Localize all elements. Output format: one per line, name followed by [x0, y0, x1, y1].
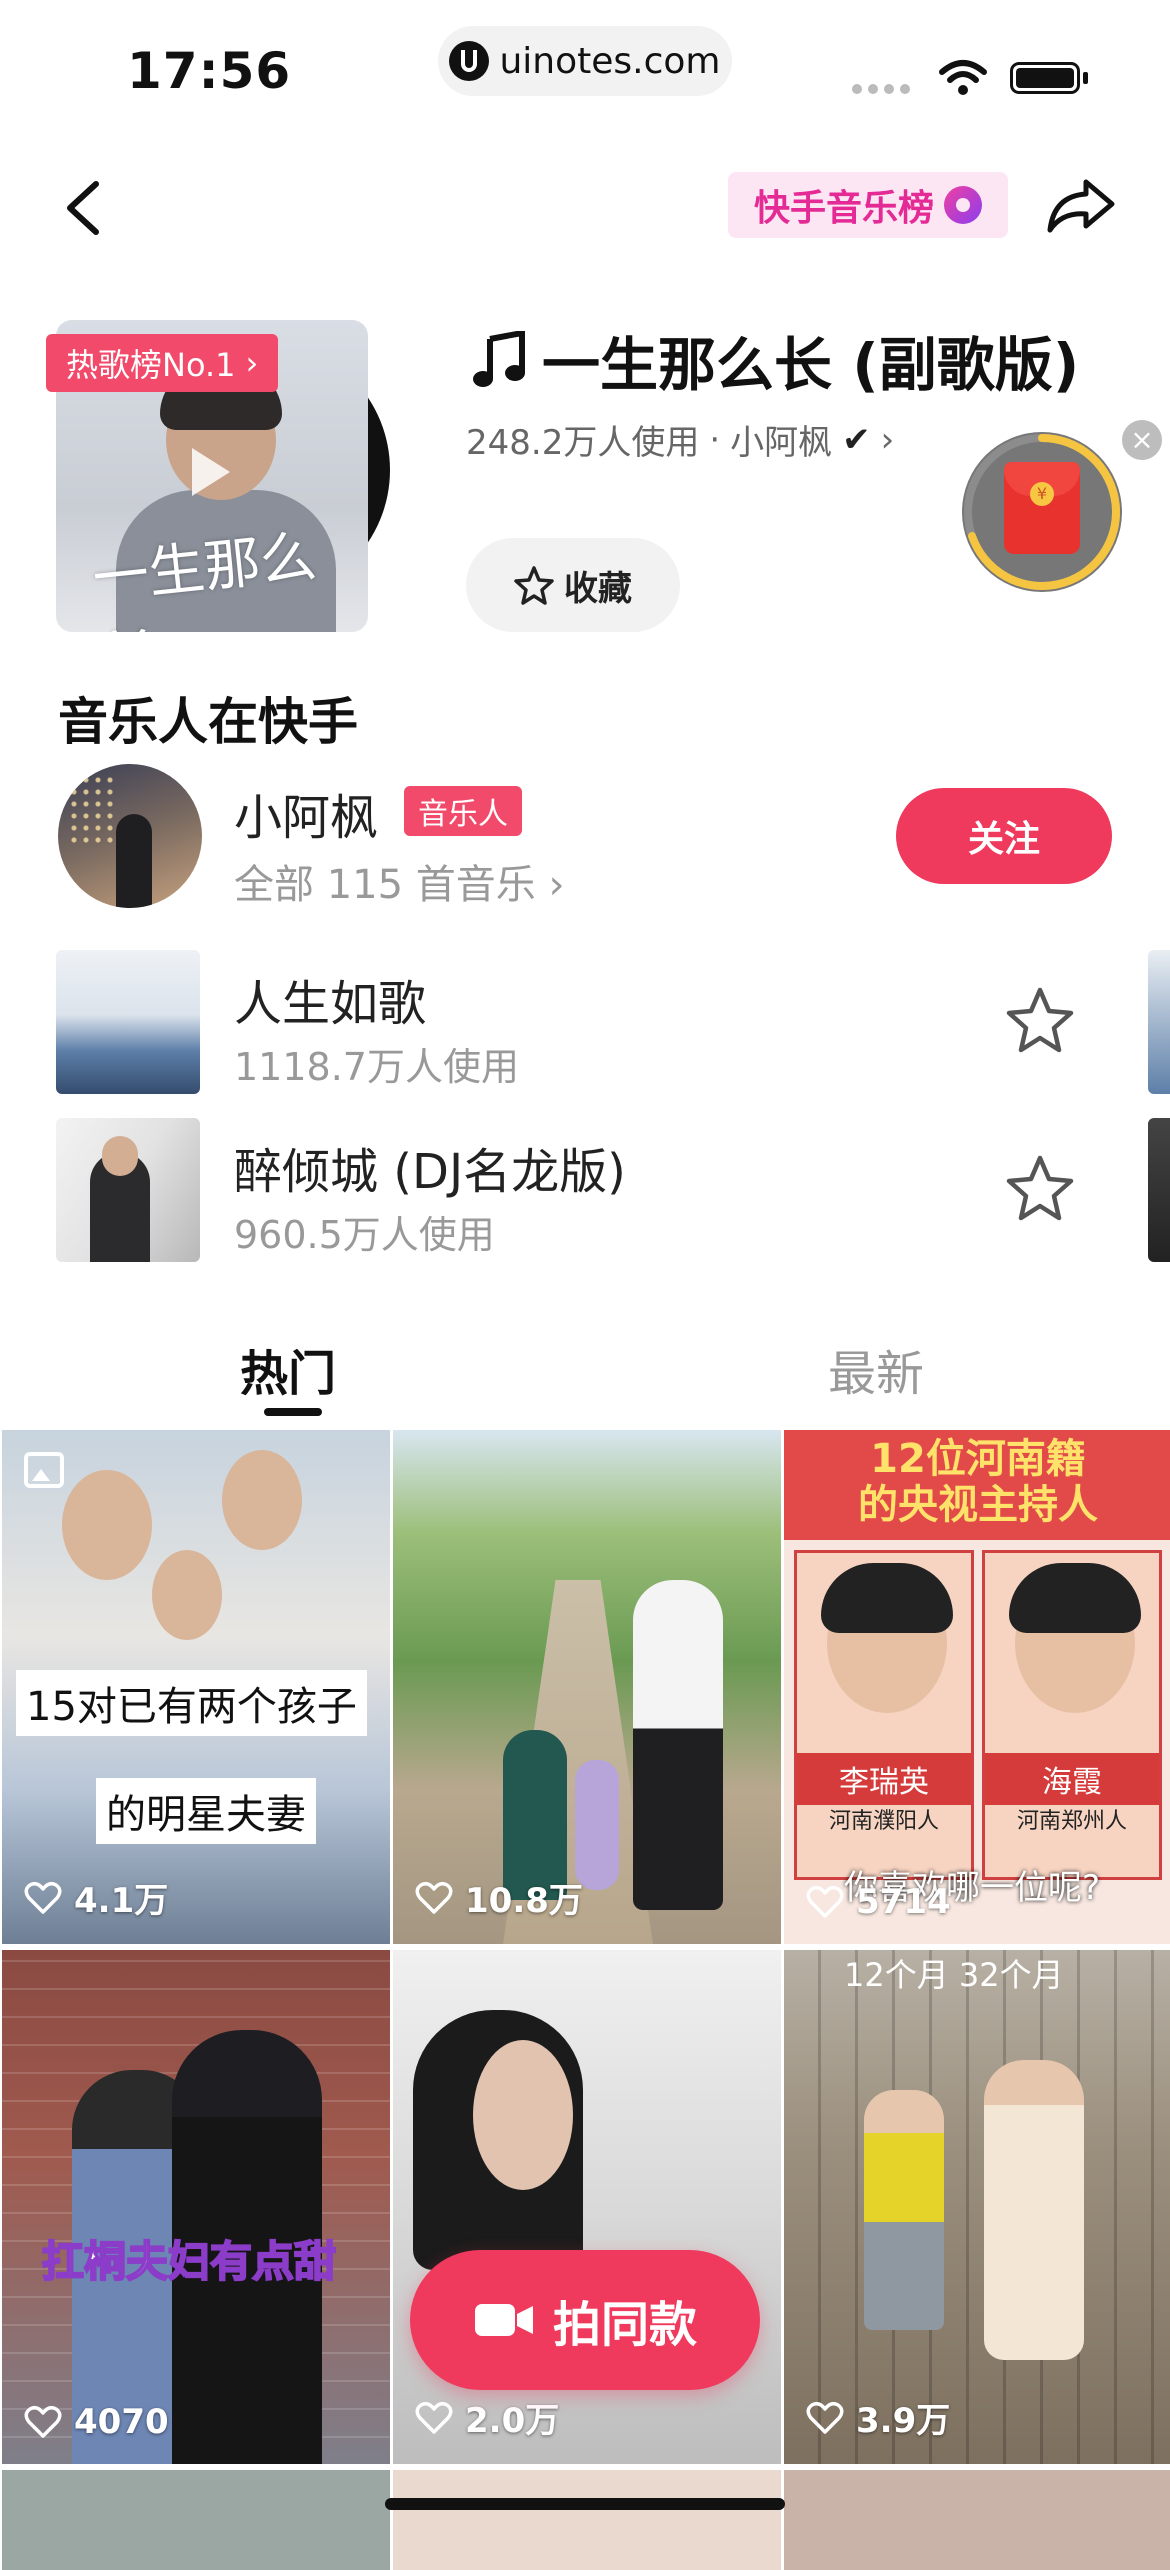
- album-icon: [24, 1452, 64, 1488]
- like-count: 5714: [806, 1882, 951, 1922]
- camera-icon: [474, 2304, 533, 2336]
- battery-icon: [1010, 62, 1080, 94]
- song-artist: 小阿枫: [730, 423, 833, 463]
- tab-indicator: [264, 1408, 322, 1416]
- video-tile[interactable]: 12位河南籍 的央视主持人 李瑞英 河南濮阳人 海霞 河南郑州人 你喜欢哪一位呢…: [784, 1430, 1170, 1944]
- list-item[interactable]: 醉倾城 (DJ名龙版) 960.5万人使用: [0, 1118, 1170, 1268]
- video-caption: 的明星夫妻: [96, 1778, 316, 1844]
- like-count-value: 4070: [74, 2402, 169, 2442]
- song-uses: 248.2万人使用: [466, 423, 700, 463]
- play-icon[interactable]: [192, 448, 230, 496]
- hot-chart-label: 热歌榜No.1: [66, 346, 236, 384]
- like-count-value: 2.0万: [465, 2401, 560, 2441]
- separator-dot: ·: [709, 419, 721, 460]
- music-chart-badge[interactable]: 快手音乐榜: [728, 172, 1008, 238]
- video-header-line: 的央视主持人: [858, 1482, 1098, 1528]
- like-count: 2.0万: [415, 2393, 559, 2442]
- heart-icon: [806, 1885, 844, 1918]
- avatar[interactable]: [58, 764, 202, 908]
- heart-icon: [415, 2401, 453, 2434]
- video-tile[interactable]: 扛桐夫妇有点甜 4070: [2, 1950, 390, 2464]
- heart-icon: [24, 1881, 62, 1914]
- favorite-label: 收藏: [564, 568, 632, 609]
- song-name: 醉倾城 (DJ名龙版): [234, 1144, 626, 1200]
- star-icon[interactable]: [1004, 984, 1076, 1056]
- video-tile[interactable]: 12个月 32个月 3.9万: [784, 1950, 1170, 2464]
- favorite-button[interactable]: 收藏: [466, 538, 680, 632]
- song-title: 一生那么长 (副歌版): [470, 318, 1079, 402]
- music-chart-logo-icon: [944, 186, 982, 224]
- heart-icon: [415, 1881, 453, 1914]
- status-time: 17:56: [127, 42, 292, 100]
- host-name: 海霞: [985, 1753, 1159, 1805]
- heart-icon: [806, 2401, 844, 2434]
- song-thumbnail[interactable]: [56, 950, 200, 1094]
- video-header-line: 12位河南籍: [870, 1436, 1086, 1482]
- like-count: 3.9万: [806, 2393, 950, 2442]
- song-thumbnail[interactable]: [56, 1118, 200, 1262]
- shoot-same-label: 拍同款: [552, 2297, 697, 2353]
- wifi-icon: [939, 60, 987, 95]
- host-card: 李瑞英 河南濮阳人: [794, 1550, 974, 1880]
- all-songs-link[interactable]: 全部 115 首音乐 ›: [234, 852, 565, 910]
- music-chart-label: 快手音乐榜: [753, 188, 934, 229]
- video-tile-peek[interactable]: [393, 2470, 781, 2570]
- host-name: 李瑞英: [797, 1753, 971, 1805]
- list-item[interactable]: 人生如歌 1118.7万人使用: [0, 950, 1170, 1100]
- video-tile[interactable]: 15对已有两个孩子 的明星夫妻 4.1万: [2, 1430, 390, 1944]
- song-title-text: 一生那么长 (副歌版): [542, 331, 1080, 399]
- host-city: 河南濮阳人: [828, 1809, 939, 1834]
- tab-hot[interactable]: 热门: [240, 1334, 336, 1404]
- song-uses: 960.5万人使用: [234, 1213, 495, 1257]
- video-tile-peek[interactable]: [784, 2470, 1170, 2570]
- song-meta[interactable]: 248.2万人使用 · 小阿枫 ✔ ›: [466, 415, 894, 464]
- like-count: 4.1万: [24, 1873, 168, 1922]
- shoot-same-button[interactable]: 拍同款: [410, 2250, 760, 2390]
- tab-latest[interactable]: 最新: [828, 1334, 924, 1404]
- song-name: 人生如歌: [234, 976, 427, 1032]
- carousel-peek: [1148, 1118, 1170, 1262]
- follow-button[interactable]: 关注: [896, 788, 1112, 884]
- hot-chart-tag[interactable]: 热歌榜No.1 ›: [46, 334, 279, 392]
- like-count: 4070: [24, 2402, 169, 2442]
- star-icon[interactable]: [1004, 1152, 1076, 1224]
- chevron-right-icon: ›: [245, 344, 259, 382]
- battery-tip: [1083, 72, 1088, 84]
- host-city: 河南郑州人: [1016, 1809, 1127, 1834]
- heart-icon: [24, 2405, 62, 2438]
- site-icon: [449, 41, 490, 81]
- like-count-value: 5714: [856, 1882, 951, 1922]
- video-label: 12个月 32个月: [844, 1956, 1064, 1994]
- home-indicator: [385, 2498, 785, 2510]
- share-icon[interactable]: [1046, 176, 1116, 236]
- red-packet-icon[interactable]: ¥: [1004, 462, 1080, 554]
- back-icon[interactable]: [60, 180, 106, 236]
- cellular-signal-icon: [852, 84, 910, 94]
- carousel-peek: [1148, 950, 1170, 1094]
- url-bar[interactable]: uinotes.com: [438, 26, 732, 96]
- close-icon[interactable]: ×: [1122, 420, 1162, 460]
- chevron-right-icon: ›: [548, 862, 565, 908]
- chevron-right-icon: ›: [880, 419, 895, 460]
- verified-icon: ✔: [842, 419, 871, 460]
- like-count-value: 10.8万: [465, 1881, 583, 1921]
- like-count-value: 3.9万: [856, 2401, 951, 2441]
- music-note-icon: [473, 331, 525, 387]
- artist-name[interactable]: 小阿枫: [234, 778, 378, 848]
- section-title: 音乐人在快手: [58, 693, 358, 751]
- like-count: 10.8万: [415, 1873, 583, 1922]
- video-tile-peek[interactable]: [2, 2470, 390, 2570]
- all-songs-label: 全部 115 首音乐: [234, 862, 536, 908]
- like-count-value: 4.1万: [74, 1881, 169, 1921]
- video-caption: 扛桐夫妇有点甜: [41, 2236, 337, 2287]
- musician-badge: 音乐人: [404, 786, 522, 836]
- video-header: 12位河南籍 的央视主持人: [784, 1430, 1170, 1540]
- video-tile[interactable]: 10.8万: [393, 1430, 781, 1944]
- video-caption: 15对已有两个孩子: [16, 1670, 367, 1736]
- star-icon: [514, 566, 554, 605]
- host-card: 海霞 河南郑州人: [982, 1550, 1162, 1880]
- url-text: uinotes.com: [499, 40, 721, 82]
- song-uses: 1118.7万人使用: [234, 1045, 519, 1089]
